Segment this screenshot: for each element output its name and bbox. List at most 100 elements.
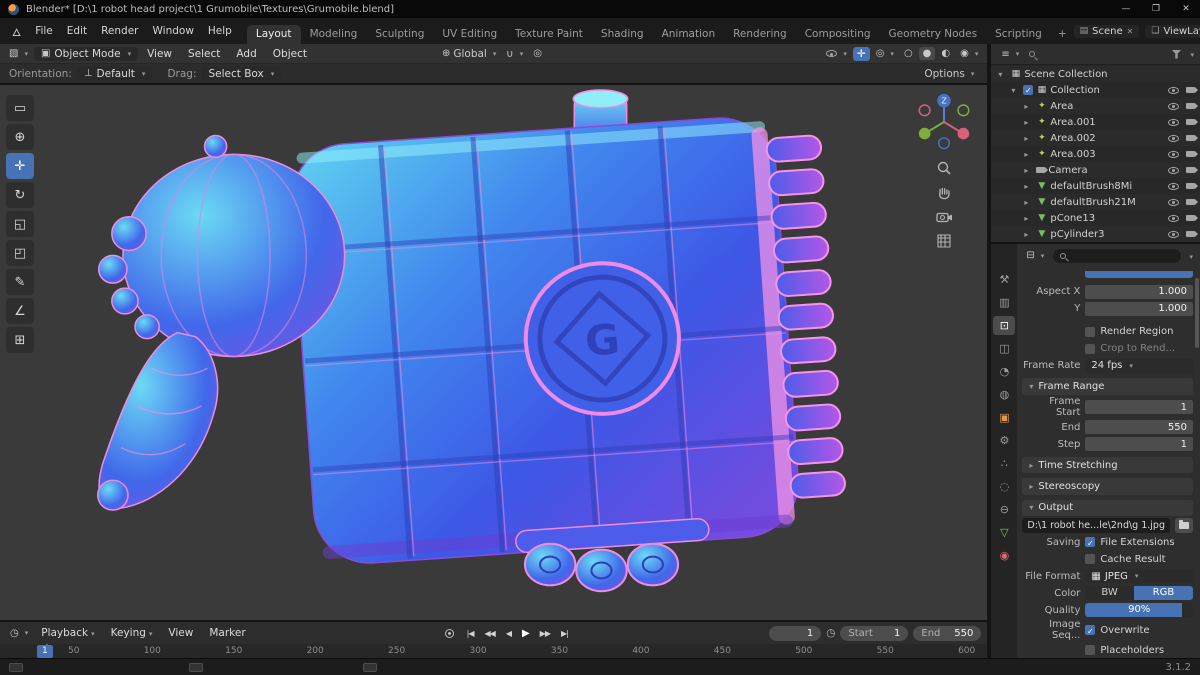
- cache-result-checkbox[interactable]: [1085, 554, 1096, 565]
- shading-rendered-button[interactable]: ◉: [956, 47, 982, 60]
- transform-orientation-button[interactable]: ⊕ Global: [438, 47, 500, 61]
- frame-rate-select[interactable]: 24 fps: [1085, 358, 1193, 373]
- timeline-ruler[interactable]: 1 50 100 150 200 250 300 350 400 450 500…: [0, 644, 988, 658]
- menu-keying[interactable]: Keying: [104, 626, 160, 640]
- workspace-tab[interactable]: Layout: [246, 25, 301, 44]
- properties-tab-physics[interactable]: ◌: [993, 477, 1015, 496]
- filter-icon[interactable]: [1171, 49, 1182, 59]
- aspect-y-field[interactable]: 1.000: [1085, 301, 1193, 316]
- outliner-row-mesh[interactable]: ▸ ▼ defaultBrush8Mi: [991, 178, 1200, 194]
- properties-options-dropdown[interactable]: [1186, 250, 1193, 262]
- aspect-x-field[interactable]: 1.000: [1085, 284, 1193, 299]
- file-format-select[interactable]: ▦ JPEG: [1085, 569, 1193, 584]
- menu-file[interactable]: File: [28, 23, 60, 39]
- output-path-field[interactable]: D:\1 robot he...le\2nd\g 1.jpg: [1022, 517, 1170, 533]
- disclosure-icon[interactable]: ▸: [1024, 166, 1033, 175]
- overlays-dropdown[interactable]: ◎: [872, 47, 898, 60]
- shading-wireframe-button[interactable]: ○: [900, 47, 917, 60]
- filter-dropdown[interactable]: [1187, 48, 1194, 60]
- blender-menu-icon[interactable]: 🜂: [5, 18, 28, 44]
- menu-tl-view[interactable]: View: [161, 626, 200, 640]
- render-toggle[interactable]: [1186, 183, 1198, 189]
- orientation-select[interactable]: ⊥ Default: [76, 66, 153, 81]
- tool-cursor[interactable]: ⊕: [6, 124, 34, 150]
- properties-tab-world[interactable]: ◍: [993, 385, 1015, 404]
- current-frame-field[interactable]: 1: [769, 625, 822, 641]
- outliner-row-light[interactable]: ▸ ✦ Area.001: [991, 114, 1200, 130]
- disclosure-icon[interactable]: ▾: [998, 70, 1007, 79]
- maximize-button[interactable]: ❐: [1150, 4, 1162, 14]
- stereoscopy-section[interactable]: ▸ Stereoscopy: [1022, 478, 1193, 495]
- properties-tab-render[interactable]: ▥: [993, 293, 1015, 312]
- outliner-editor-button[interactable]: ≡: [997, 48, 1023, 61]
- options-dropdown[interactable]: Options: [920, 67, 978, 81]
- play-button[interactable]: ▶: [518, 627, 533, 640]
- properties-search-field[interactable]: [1053, 248, 1182, 263]
- frame-end-field[interactable]: End 550: [913, 625, 982, 641]
- menu-help[interactable]: Help: [201, 23, 239, 39]
- quality-slider[interactable]: 90%: [1085, 603, 1193, 618]
- properties-tab-object[interactable]: ▣: [993, 408, 1015, 427]
- menu-edit[interactable]: Edit: [60, 23, 94, 39]
- scrollbar[interactable]: [1195, 278, 1199, 348]
- proportional-editing-button[interactable]: ◎: [529, 47, 546, 60]
- disclosure-icon[interactable]: ▸: [1024, 230, 1033, 239]
- menu-render[interactable]: Render: [94, 23, 145, 39]
- jump-to-end-button[interactable]: ▶|: [557, 628, 572, 639]
- properties-editor-button[interactable]: ⊟: [1022, 249, 1048, 262]
- workspace-tab[interactable]: Sculpting: [366, 25, 433, 44]
- hide-toggle[interactable]: [1168, 134, 1179, 142]
- drag-select[interactable]: Select Box: [201, 66, 282, 81]
- tool-transform[interactable]: ◰: [6, 240, 34, 266]
- color-rgb-button[interactable]: RGB: [1133, 586, 1193, 601]
- hide-toggle[interactable]: [1168, 166, 1179, 174]
- properties-tab-scene[interactable]: ◔: [993, 362, 1015, 381]
- properties-tab-constraints[interactable]: ⊖: [993, 500, 1015, 519]
- next-keyframe-button[interactable]: ▶▶: [536, 628, 554, 639]
- disclosure-icon[interactable]: ▸: [1024, 150, 1033, 159]
- hide-toggle[interactable]: [1168, 198, 1179, 206]
- time-stretching-section[interactable]: ▸ Time Stretching: [1022, 456, 1193, 474]
- zoom-button[interactable]: [936, 160, 952, 176]
- render-toggle[interactable]: [1186, 151, 1198, 157]
- outliner-row-mesh[interactable]: ▸ ▼ pCone13: [991, 210, 1200, 226]
- hide-toggle[interactable]: [1168, 214, 1179, 222]
- outliner-row-camera[interactable]: ▸ Camera: [991, 162, 1200, 178]
- tool-move[interactable]: ✛: [6, 153, 34, 179]
- file-extensions-checkbox[interactable]: [1085, 537, 1096, 548]
- prev-keyframe-button[interactable]: ◀◀: [481, 628, 499, 639]
- placeholders-checkbox[interactable]: [1085, 645, 1096, 656]
- workspace-tab[interactable]: Geometry Nodes: [880, 25, 987, 44]
- output-section[interactable]: ▾ Output: [1022, 499, 1193, 516]
- menu-object[interactable]: Object: [266, 47, 314, 61]
- disclosure-icon[interactable]: ▾: [1011, 86, 1020, 95]
- tool-annotate[interactable]: ✎: [6, 269, 34, 295]
- pan-button[interactable]: [936, 185, 952, 201]
- hide-toggle[interactable]: [1168, 102, 1179, 110]
- disclosure-icon[interactable]: ▸: [1024, 102, 1033, 111]
- disclosure-icon[interactable]: ▸: [1024, 214, 1033, 223]
- preview-range-toggle[interactable]: ◷: [826, 627, 835, 639]
- properties-tab-material[interactable]: ◉: [993, 546, 1015, 565]
- render-toggle[interactable]: [1186, 87, 1198, 93]
- overwrite-checkbox[interactable]: [1085, 625, 1096, 636]
- play-reverse-button[interactable]: ◀: [502, 628, 515, 639]
- minimize-button[interactable]: —: [1120, 4, 1132, 14]
- hide-toggle[interactable]: [1168, 230, 1179, 238]
- workspace-tab[interactable]: Texture Paint: [506, 25, 592, 44]
- collection-checkbox[interactable]: [1023, 85, 1034, 95]
- workspace-tab[interactable]: Rendering: [724, 25, 796, 44]
- crop-checkbox[interactable]: [1085, 343, 1096, 354]
- render-toggle[interactable]: [1186, 231, 1198, 237]
- outliner-row-light[interactable]: ▸ ✦ Area.003: [991, 146, 1200, 162]
- workspace-tab[interactable]: Compositing: [796, 25, 880, 44]
- render-toggle[interactable]: [1186, 215, 1198, 221]
- ortho-grid-button[interactable]: [936, 233, 952, 249]
- frame-end-field[interactable]: 550: [1085, 420, 1193, 435]
- tool-scale[interactable]: ◱: [6, 211, 34, 237]
- tool-measure[interactable]: ∠: [6, 298, 34, 324]
- outliner-row-light[interactable]: ▸ ✦ Area.002: [991, 130, 1200, 146]
- render-toggle[interactable]: [1186, 199, 1198, 205]
- properties-tab-tool[interactable]: ⚒: [993, 270, 1015, 289]
- workspace-tab[interactable]: Animation: [653, 25, 725, 44]
